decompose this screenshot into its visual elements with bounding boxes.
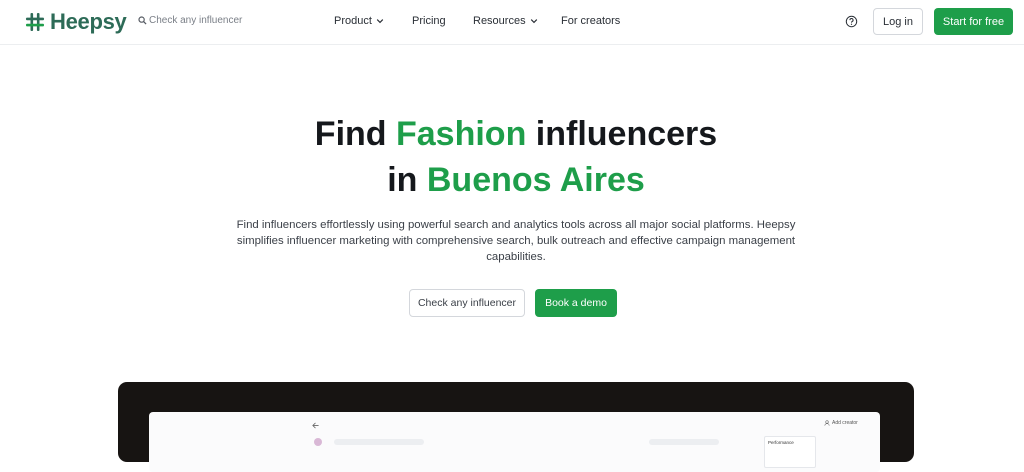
preview-bar <box>334 439 424 445</box>
chevron-down-icon <box>376 19 384 24</box>
hero-description: Find influencers effortlessly using powe… <box>236 219 796 263</box>
title-line2-pre: in <box>387 161 427 199</box>
title-line1-pre: Find <box>314 115 396 153</box>
nav-product[interactable]: Product <box>334 15 384 27</box>
chevron-down-icon <box>530 19 537 24</box>
nav-for-creators-label: For creators <box>561 15 621 27</box>
add-creator-label: Add creator <box>832 420 858 426</box>
search-icon <box>138 16 147 25</box>
nav-resources-label: Resources <box>473 15 526 27</box>
performance-card: Performance <box>764 436 816 468</box>
app-preview-device: Add creator Performance <box>118 382 914 472</box>
user-add-icon <box>824 420 830 426</box>
start-for-free-button[interactable]: Start for free <box>934 8 1013 35</box>
hero-title: Find Fashion influencers in Buenos Aires <box>0 111 1024 203</box>
nav-product-label: Product <box>334 15 372 27</box>
book-demo-button[interactable]: Book a demo <box>535 289 617 317</box>
app-preview-screen: Add creator Performance <box>149 412 880 472</box>
title-line1-post: influencers <box>526 115 718 153</box>
nav-pricing-label: Pricing <box>412 15 446 27</box>
nav-pricing[interactable]: Pricing <box>412 15 446 27</box>
heepsy-logo[interactable]: Heepsy <box>25 9 127 35</box>
hash-logo-icon <box>26 13 44 31</box>
check-influencer-button[interactable]: Check any influencer <box>409 289 525 317</box>
top-navbar: Heepsy Product Pricing Resources For cre… <box>0 0 1024 45</box>
question-circle-icon[interactable] <box>845 15 858 28</box>
search-input[interactable] <box>147 15 269 26</box>
performance-label: Performance <box>768 440 794 445</box>
nav-resources[interactable]: Resources <box>473 15 538 27</box>
preview-bar <box>649 439 719 445</box>
add-creator-button: Add creator <box>824 420 858 426</box>
logo-text: Heepsy <box>50 9 127 34</box>
back-arrow-icon <box>312 422 319 429</box>
nav-for-creators[interactable]: For creators <box>561 15 620 27</box>
title-highlight-category: Fashion <box>396 115 527 153</box>
header-search <box>138 15 269 26</box>
title-highlight-location: Buenos Aires <box>426 161 645 199</box>
login-button[interactable]: Log in <box>873 8 923 35</box>
